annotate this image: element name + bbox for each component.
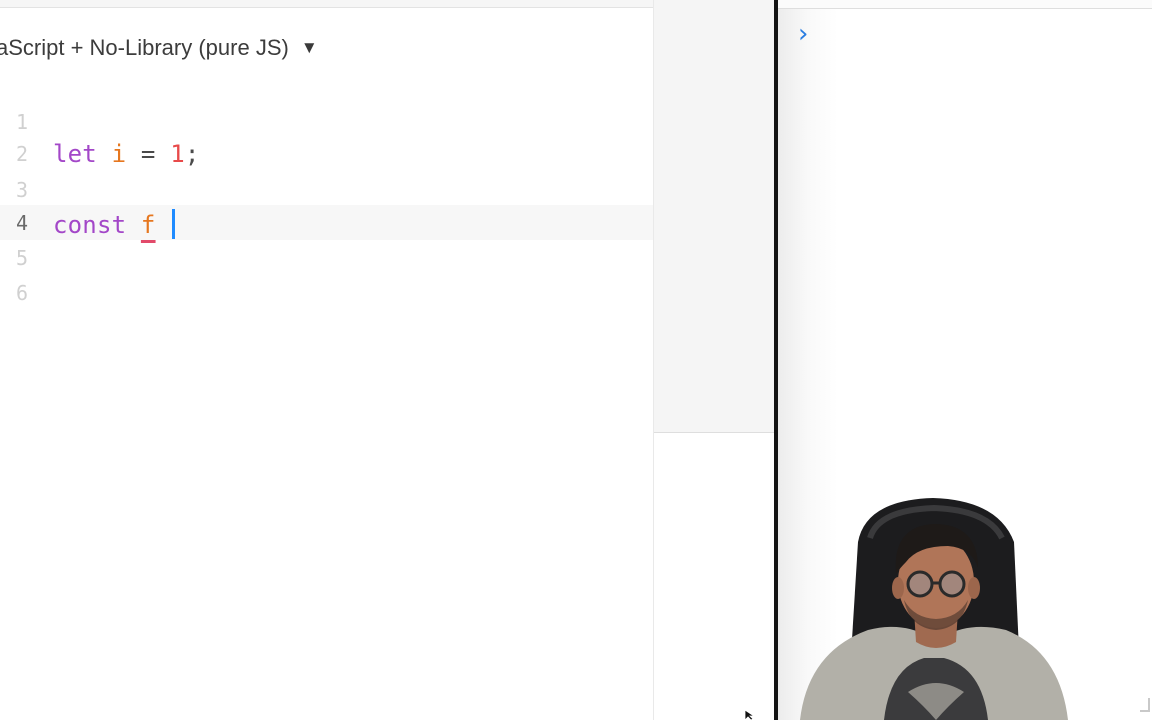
language-selector-label: aScript + No-Library (pure JS) xyxy=(0,35,289,60)
editor-top-border xyxy=(0,0,653,8)
code-line-5[interactable]: 5 xyxy=(0,240,653,275)
variable-token-error: f xyxy=(140,211,156,239)
preview-pane xyxy=(653,0,776,720)
chevron-right-icon[interactable]: › xyxy=(798,20,808,48)
line-number: 5 xyxy=(15,246,28,270)
left-ear xyxy=(892,577,904,599)
line-number: 3 xyxy=(15,178,28,202)
console-top-border xyxy=(778,0,1152,9)
line-number: 1 xyxy=(15,110,28,134)
code-text: let i = 1; xyxy=(53,140,200,168)
code-line-4-active[interactable]: 4 const f xyxy=(0,205,653,240)
code-area[interactable]: 1 2 let i = 1; 3 4 const f 5 6 xyxy=(0,100,653,320)
operator-token: = xyxy=(140,140,156,168)
keyword-token: const xyxy=(53,211,127,239)
resize-handle-icon[interactable] xyxy=(1140,698,1150,712)
line-number: 6 xyxy=(15,281,28,305)
keyword-token: let xyxy=(53,140,97,168)
text-cursor xyxy=(172,209,176,239)
code-editor-panel: aScript + No-Library (pure JS) ▼ 1 2 let… xyxy=(0,0,653,720)
code-line-2[interactable]: 2 let i = 1; xyxy=(0,136,653,171)
semicolon-token: ; xyxy=(184,140,200,168)
code-line-6[interactable]: 6 xyxy=(0,275,653,310)
code-line-3[interactable]: 3 xyxy=(0,172,653,207)
code-text: const f xyxy=(53,209,176,239)
line-number: 4 xyxy=(15,211,28,235)
number-token: 1 xyxy=(170,140,185,168)
language-selector[interactable]: aScript + No-Library (pure JS) ▼ xyxy=(0,31,318,65)
variable-token: i xyxy=(111,140,127,168)
preview-top-area xyxy=(654,0,776,433)
code-line-1[interactable]: 1 xyxy=(0,104,653,139)
line-number: 2 xyxy=(15,142,28,166)
glasses-right-lens xyxy=(938,570,966,598)
triangle-down-icon[interactable]: ▼ xyxy=(301,38,318,58)
right-ear xyxy=(968,577,980,599)
webcam-overlay xyxy=(800,498,1068,720)
app-window: aScript + No-Library (pure JS) ▼ 1 2 let… xyxy=(0,0,1152,720)
glasses-left-lens xyxy=(906,570,934,598)
arrow-pointer-icon xyxy=(744,710,756,720)
